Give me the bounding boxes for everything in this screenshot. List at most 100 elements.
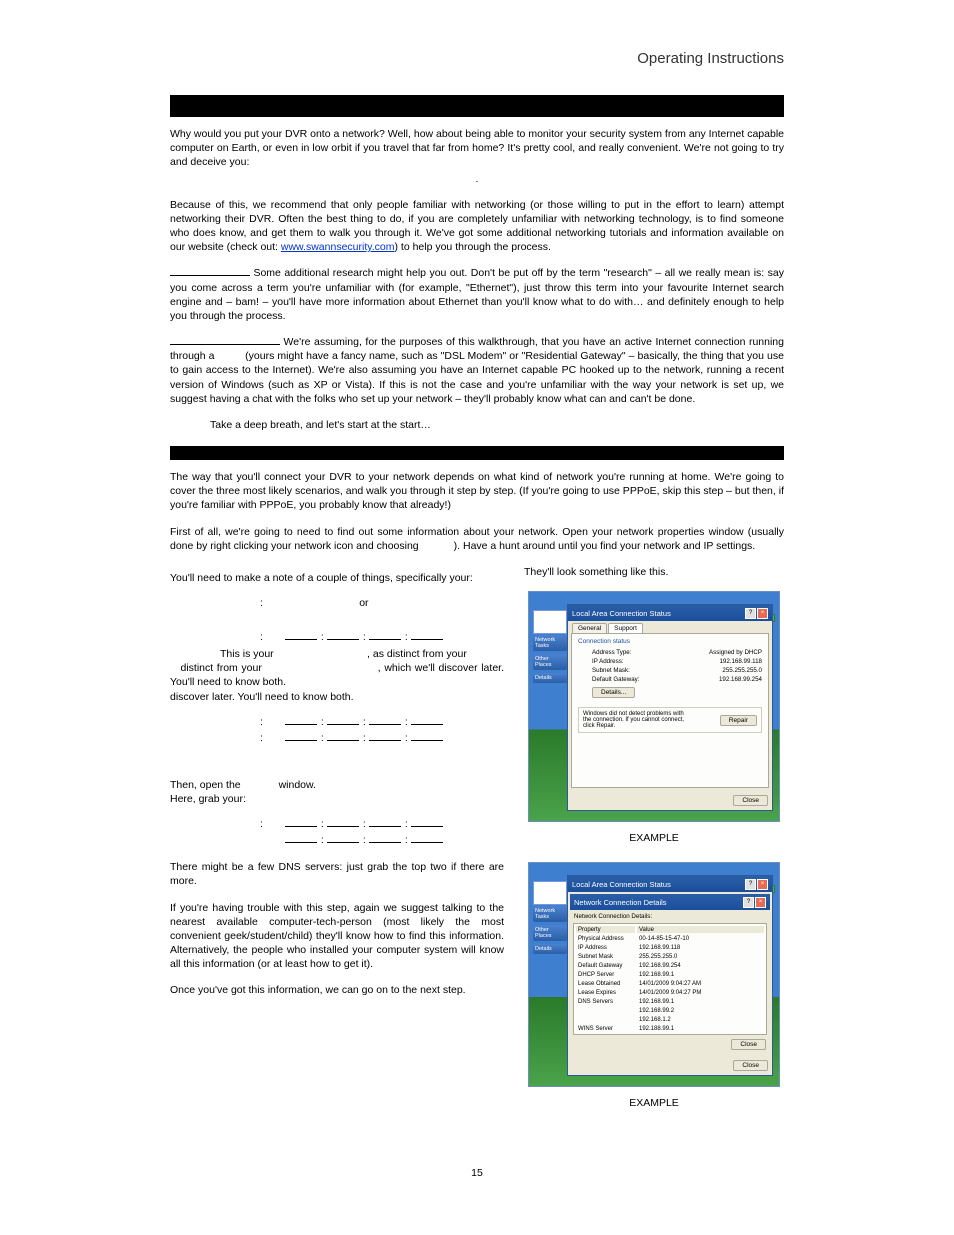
details-table: PropertyValue Physical Address00-14-85-1…	[574, 924, 766, 1034]
blank	[327, 639, 359, 640]
blank-lead	[170, 275, 250, 276]
intro-paragraph-1: Why would you put your DVR onto a networ…	[170, 127, 784, 170]
inner-title-text: Network Connection Details	[574, 898, 667, 907]
text-span: Why would you put your DVR onto a networ…	[170, 128, 784, 168]
outer-titlebar: Local Area Connection Status ?×	[568, 876, 772, 892]
row-address-type: Address Type:Assigned by DHCP	[578, 648, 762, 657]
close-button: Close	[733, 795, 768, 806]
blank	[327, 842, 359, 843]
text-span: distinct from your	[181, 662, 378, 674]
text-span: ) to help you through the process.	[394, 241, 550, 253]
colon: :	[260, 716, 263, 728]
or-text: or	[359, 597, 368, 609]
left-p2c: discover later. You'll need to know both…	[170, 690, 504, 704]
section-bar-1	[170, 95, 784, 117]
list-header: Network Connection Details:	[570, 910, 770, 923]
field-dns1: : :::	[260, 818, 504, 830]
page-header-title: Operating Instructions	[170, 50, 784, 67]
tab-general: General	[572, 623, 607, 633]
left-p5: If you're having trouble with this step,…	[170, 901, 504, 972]
field-dns2: :::	[260, 834, 504, 846]
text-span: Some additional research might help you …	[170, 267, 784, 322]
window-buttons: ?×	[744, 878, 768, 890]
right-column: They'll look something like this. Networ…	[524, 565, 784, 1127]
inner-close-button: Close	[731, 1039, 766, 1050]
right-intro: They'll look something like this.	[524, 565, 784, 579]
dialog-titlebar: Local Area Connection Status ?×	[568, 605, 772, 621]
text-span: Here, grab your:	[170, 793, 246, 805]
section-bar-2	[170, 446, 784, 460]
blank	[411, 842, 443, 843]
screenshot-connection-details: Network Tasks Other Places Details Go Lo…	[528, 862, 780, 1087]
repair-button: Repair	[720, 715, 757, 726]
text-span: (yours might have a fancy name, such as …	[170, 350, 784, 405]
dialog-title-text: Local Area Connection Status	[572, 609, 671, 618]
text-span: window.	[276, 779, 316, 791]
sidebar-details: Details	[533, 944, 567, 954]
blank	[369, 826, 401, 827]
xp-explorer-sidebar: Network Tasks Other Places Details	[533, 881, 567, 957]
blank-lead	[170, 344, 280, 345]
link-swannsecurity[interactable]: www.swannsecurity.com	[281, 241, 395, 253]
status-dialog: Local Area Connection Status ?× General …	[567, 604, 773, 811]
sidebar-other-places: Other Places	[533, 925, 567, 941]
colon: :	[260, 631, 263, 643]
blank	[327, 740, 359, 741]
blank	[285, 724, 317, 725]
intro-trailing-dot: .	[170, 172, 784, 186]
left-p1: You'll need to make a note of a couple o…	[170, 571, 504, 585]
text-span: Then, open the	[170, 779, 244, 791]
inner-titlebar: Network Connection Details ?×	[570, 894, 770, 910]
row-subnet-mask: Subnet Mask:255.255.255.0	[578, 666, 762, 675]
blank	[369, 740, 401, 741]
blank	[285, 826, 317, 827]
sidebar-network-tasks: Network Tasks	[533, 635, 567, 651]
dialog-tabs: General Support	[568, 621, 772, 633]
blank	[285, 842, 317, 843]
sidebar-other-places: Other Places	[533, 654, 567, 670]
field-ip-address: : :::	[260, 631, 504, 643]
left-p2: This is your , as distinct from your	[220, 647, 504, 661]
blank	[369, 639, 401, 640]
left-column: You'll need to make a note of a couple o…	[170, 565, 504, 1010]
close-icon: ×	[755, 897, 766, 908]
explorer-toolbar	[533, 881, 567, 905]
blank	[327, 724, 359, 725]
document-page: Operating Instructions Why would you put…	[0, 0, 954, 1219]
intro-indent-line: Take a deep breath, and let's start at t…	[210, 418, 784, 432]
help-icon: ?	[745, 608, 756, 619]
colon: :	[260, 597, 263, 609]
row-default-gateway: Default Gateway:192.168.99.254	[578, 675, 762, 684]
section2-paragraph-1: The way that you'll connect your DVR to …	[170, 470, 784, 513]
screenshot-connection-status: Network Tasks Other Places Details Go Lo…	[528, 591, 780, 822]
close-icon: ×	[757, 879, 768, 890]
intro-paragraph-4: We're assuming, for the purposes of this…	[170, 335, 784, 406]
two-column-layout: You'll need to make a note of a couple o…	[170, 565, 784, 1127]
field-subnet: : :::	[260, 716, 504, 728]
window-buttons: ?×	[744, 607, 768, 619]
left-p2b: xxdistinct from your , which we'll disco…	[170, 661, 504, 689]
tab-support: Support	[608, 623, 643, 633]
blank	[285, 740, 317, 741]
text-span: , as distinct from your	[367, 648, 467, 660]
text-span: This is your	[220, 648, 277, 660]
left-p4: There might be a few DNS servers: just g…	[170, 860, 504, 888]
left-p6: Once you've got this information, we can…	[170, 983, 504, 997]
sidebar-network-tasks: Network Tasks	[533, 906, 567, 922]
repair-text: Windows did not detect problems with the…	[583, 711, 693, 729]
section2-paragraph-2: First of all, we're going to need to fin…	[170, 525, 784, 553]
intro-paragraph-3: Some additional research might help you …	[170, 266, 784, 323]
page-number: 15	[170, 1167, 784, 1179]
outer-close-button: Close	[733, 1060, 768, 1071]
colon: :	[260, 732, 263, 744]
outer-title-text: Local Area Connection Status	[572, 880, 671, 889]
colon: :	[260, 818, 263, 830]
blank	[369, 724, 401, 725]
blank	[411, 639, 443, 640]
blank	[285, 639, 317, 640]
blank	[327, 826, 359, 827]
text-span: ). Have a hunt around until you find you…	[454, 540, 756, 552]
explorer-toolbar	[533, 610, 567, 634]
window-buttons: ?×	[742, 896, 766, 908]
left-p3: Then, open the window. Here, grab your:	[170, 778, 504, 806]
